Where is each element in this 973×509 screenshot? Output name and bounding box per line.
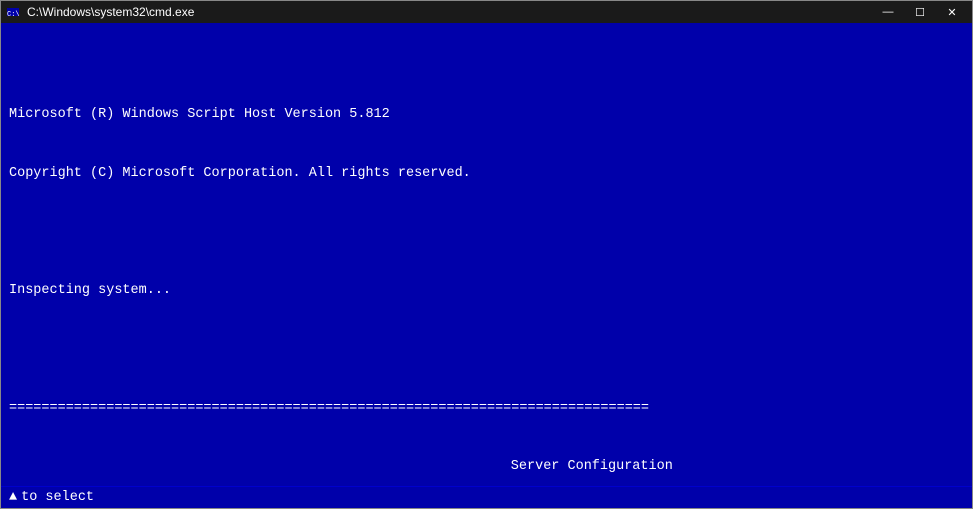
- svg-text:C:\: C:\: [7, 11, 20, 19]
- console-line-1: Copyright (C) Microsoft Corporation. All…: [9, 164, 964, 184]
- minimize-button[interactable]: —: [872, 1, 904, 23]
- title-bar-controls: — ☐ ✕: [872, 1, 968, 23]
- console-area[interactable]: Microsoft (R) Windows Script Host Versio…: [1, 23, 972, 486]
- cmd-icon: C:\: [5, 4, 21, 20]
- console-content: Microsoft (R) Windows Script Host Versio…: [9, 66, 964, 486]
- maximize-button[interactable]: ☐: [904, 1, 936, 23]
- title-bar-left: C:\ C:\Windows\system32\cmd.exe: [5, 4, 194, 20]
- console-line-2: [9, 223, 964, 243]
- console-line-3: Inspecting system...: [9, 281, 964, 301]
- title-bar: C:\ C:\Windows\system32\cmd.exe — ☐ ✕: [1, 1, 972, 23]
- status-text: ▲: [9, 490, 17, 505]
- console-separator-1: ========================================…: [9, 399, 964, 419]
- console-line-4: [9, 340, 964, 360]
- close-button[interactable]: ✕: [936, 1, 968, 23]
- cmd-window: C:\ C:\Windows\system32\cmd.exe — ☐ ✕ Mi…: [0, 0, 973, 509]
- console-server-config-title: Server Configuration: [9, 457, 964, 477]
- status-label: to select: [21, 490, 94, 505]
- window-title: C:\Windows\system32\cmd.exe: [27, 5, 194, 19]
- console-line-0: Microsoft (R) Windows Script Host Versio…: [9, 105, 964, 125]
- status-bar: ▲ to select: [1, 486, 972, 508]
